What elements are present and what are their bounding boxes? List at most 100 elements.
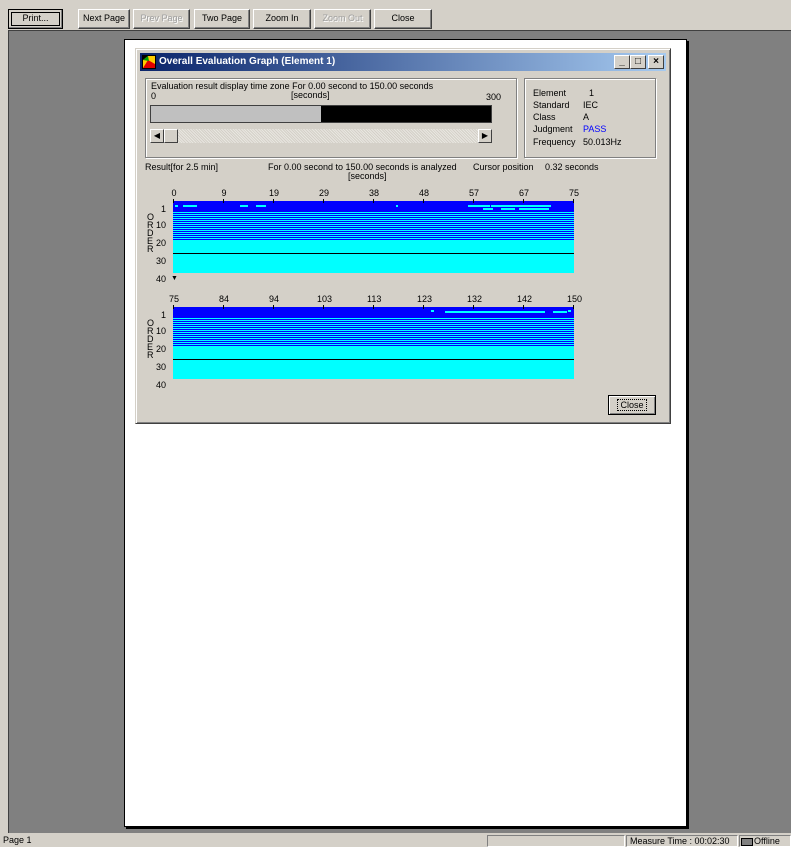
graph-stripe <box>173 219 574 220</box>
overall-evaluation-dialog: Overall Evaluation Graph (Element 1) _ □… <box>135 48 671 424</box>
graph-stripe <box>173 325 574 326</box>
x-tick-mark <box>423 305 424 309</box>
y-tick-label: 1 <box>161 204 167 214</box>
graph-segment <box>553 311 567 313</box>
graph-stripe <box>173 215 574 216</box>
x-tick-mark <box>323 305 324 309</box>
info-group: Element 1 Standard IEC Class A Judgment … <box>524 78 656 158</box>
graph-segment <box>431 310 434 312</box>
time-zone-bar[interactable] <box>150 105 492 123</box>
graph-stripe <box>173 235 574 236</box>
prev-page-button[interactable]: Prev Page <box>133 9 190 29</box>
cursor-marker-icon: ▼ <box>171 275 178 282</box>
zoom-out-button[interactable]: Zoom Out <box>314 9 371 29</box>
x-tick-label: 132 <box>467 294 483 304</box>
graph-stripe <box>173 229 574 230</box>
x-tick-mark <box>223 305 224 309</box>
graph-stripe <box>173 217 574 218</box>
graph-stripe <box>173 327 574 328</box>
standard-label: Standard <box>533 100 570 110</box>
minimize-button[interactable]: _ <box>614 55 630 69</box>
graph-stripe <box>173 213 574 214</box>
x-tick-mark <box>173 305 174 309</box>
y-tick-label: 20 <box>156 344 167 354</box>
order-letter: R <box>147 244 154 254</box>
x-tick-mark <box>273 305 274 309</box>
x-tick-mark <box>523 305 524 309</box>
dialog-close-label: Close <box>617 399 647 411</box>
window-close-button[interactable]: × <box>648 55 664 69</box>
y-tick-label: 40 <box>156 380 167 390</box>
graph-segment <box>240 205 248 207</box>
judgment-value: PASS <box>583 124 607 134</box>
graph-midline <box>173 253 574 254</box>
graph-segment <box>519 208 549 210</box>
time-zone-scrollbar[interactable]: ◀ ▶ <box>150 129 492 143</box>
x-tick-label: 9 <box>221 188 227 198</box>
graph-segment <box>396 205 398 207</box>
next-page-button[interactable]: Next Page <box>78 9 130 29</box>
x-tick-label: 38 <box>368 188 379 198</box>
graph-segment <box>483 208 493 210</box>
time-zone-group: Evaluation result display time zone For … <box>145 78 517 158</box>
connection-status-label: Offline <box>754 836 780 846</box>
y-tick-label: 30 <box>156 362 167 372</box>
x-tick-label: 19 <box>268 188 279 198</box>
x-tick-mark <box>573 305 574 309</box>
graph-segment <box>175 205 178 207</box>
page-indicator: Page 1 <box>3 835 32 845</box>
graph-segment <box>445 311 545 313</box>
scroll-left-arrow-icon[interactable]: ◀ <box>150 129 164 143</box>
offline-icon <box>741 837 753 846</box>
y-tick-label: 10 <box>156 326 167 336</box>
two-page-button[interactable]: Two Page <box>194 9 250 29</box>
graph-segment <box>183 205 197 207</box>
graph-stripe <box>173 337 574 338</box>
y-tick-label: 1 <box>161 310 167 320</box>
graph-stripe <box>173 341 574 342</box>
x-tick-label: 142 <box>517 294 533 304</box>
x-tick-mark <box>373 199 374 203</box>
time-zone-scale-min: 0 <box>151 91 157 101</box>
cursor-position-value: 0.32 seconds <box>545 162 599 172</box>
x-tick-label: 123 <box>417 294 433 304</box>
y-tick-label: 20 <box>156 238 167 248</box>
graph-stripe <box>173 227 574 228</box>
standard-value: IEC <box>583 100 599 110</box>
zoom-in-button[interactable]: Zoom In <box>253 9 311 29</box>
close-preview-button[interactable]: Close <box>374 9 432 29</box>
frequency-label: Frequency <box>533 137 576 147</box>
graph-stripe <box>173 339 574 340</box>
measure-time: Measure Time : 00:02:30 <box>626 835 738 847</box>
x-tick-label: 113 <box>367 294 382 304</box>
graph-stripe <box>173 335 574 336</box>
time-zone-scale-max: 300 <box>486 92 502 102</box>
dialog-close-button[interactable]: Close <box>608 395 656 415</box>
x-tick-label: 0 <box>171 188 177 198</box>
element-value: 1 <box>589 88 595 98</box>
harmonic-graph-0-75[interactable] <box>173 201 574 273</box>
harmonic-graph-75-150[interactable] <box>173 307 574 379</box>
class-value: A <box>583 112 590 122</box>
scroll-thumb[interactable] <box>164 129 178 143</box>
print-preview-toolbar: Print... Next Page Prev Page Two Page Zo… <box>0 0 791 30</box>
x-tick-mark <box>473 305 474 309</box>
maximize-button[interactable]: □ <box>630 55 646 69</box>
graph-stripe <box>173 231 574 232</box>
x-tick-label: 75 <box>168 294 179 304</box>
print-button[interactable]: Print... <box>8 9 63 29</box>
x-tick-label: 94 <box>268 294 279 304</box>
status-bar: Page 1 Measure Time : 00:02:30 Offline <box>0 834 791 847</box>
class-label: Class <box>533 112 556 122</box>
time-zone-selected-range <box>151 106 321 122</box>
order-letter: R <box>147 350 154 360</box>
scroll-right-arrow-icon[interactable]: ▶ <box>478 129 492 143</box>
x-tick-mark <box>173 199 174 203</box>
status-empty-panel <box>487 835 625 847</box>
graph-stripe <box>173 239 574 240</box>
x-tick-label: 67 <box>518 188 529 198</box>
graph-segment <box>256 205 266 207</box>
x-tick-label: 103 <box>317 294 333 304</box>
x-tick-mark <box>373 305 374 309</box>
x-tick-label: 75 <box>568 188 579 198</box>
